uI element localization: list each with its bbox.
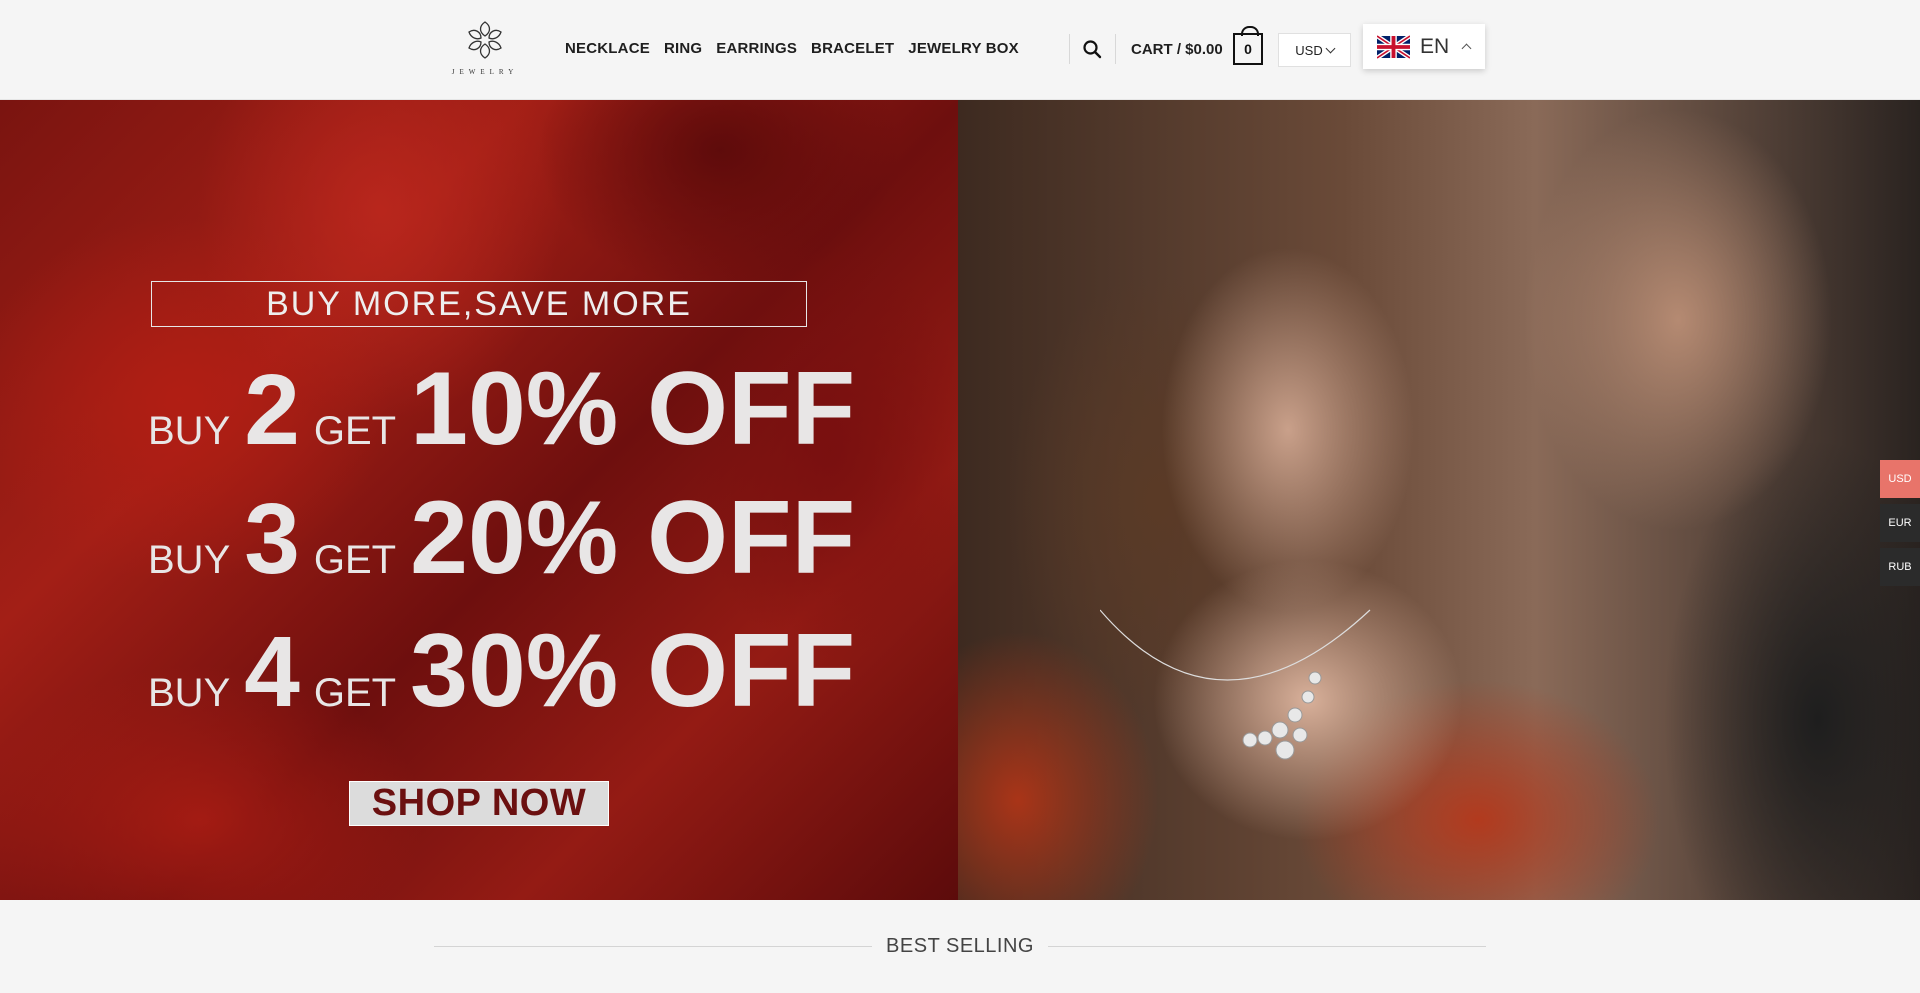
offer-row: BUY 2 GET 10% OFF — [148, 350, 855, 469]
main-nav: NECKLACE RING EARRINGS BRACELET JEWELRY … — [565, 40, 1033, 57]
offer-buy: BUY — [148, 671, 231, 715]
chevron-down-icon — [1325, 43, 1336, 54]
nav-item-jewelry-box[interactable]: JEWELRY BOX — [908, 40, 1019, 57]
currency-value: USD — [1295, 42, 1323, 58]
divider-line — [434, 946, 873, 947]
offer-qty: 3 — [244, 483, 300, 595]
side-currency-rub[interactable]: RUB — [1880, 548, 1920, 586]
offer-discount: 10% OFF — [410, 351, 856, 467]
divider-line — [1047, 946, 1487, 947]
offer-get: GET — [313, 409, 397, 453]
site-header: JEWELRY NECKLACE RING EARRINGS BRACELET … — [0, 0, 1920, 100]
cart-link[interactable]: CART / $0.00 — [1131, 41, 1223, 58]
nav-item-necklace[interactable]: NECKLACE — [565, 40, 650, 57]
offer-buy: BUY — [148, 409, 231, 453]
section-title: BEST SELLING — [886, 935, 1034, 957]
offer-qty: 2 — [244, 354, 300, 466]
divider — [1115, 34, 1116, 64]
side-currency-eur[interactable]: EUR — [1880, 504, 1920, 542]
side-currency-usd[interactable]: USD — [1880, 460, 1920, 498]
uk-flag-icon — [1377, 33, 1410, 60]
best-selling-heading: BEST SELLING — [434, 935, 1487, 958]
logo-mark-icon — [468, 21, 502, 59]
language-label: EN — [1420, 34, 1450, 58]
offer-discount: 30% OFF — [410, 613, 856, 729]
offer-get: GET — [313, 538, 397, 582]
promo-title-box: BUY MORE,SAVE MORE — [151, 281, 807, 327]
nav-item-ring[interactable]: RING — [664, 40, 702, 57]
cart-count: 0 — [1244, 41, 1252, 57]
offer-buy: BUY — [148, 538, 231, 582]
offer-qty: 4 — [244, 616, 300, 728]
offer-row: BUY 3 GET 20% OFF — [148, 479, 855, 598]
chevron-up-icon — [1461, 43, 1472, 54]
currency-select[interactable]: USD — [1278, 33, 1351, 67]
logo[interactable]: JEWELRY — [444, 16, 526, 82]
logo-text: JEWELRY — [451, 68, 519, 76]
divider — [1069, 34, 1070, 64]
offer-get: GET — [313, 671, 397, 715]
nav-item-earrings[interactable]: EARRINGS — [716, 40, 797, 57]
promo-title: BUY MORE,SAVE MORE — [266, 284, 692, 323]
shop-now-button[interactable]: SHOP NOW — [349, 781, 609, 826]
offer-row: BUY 4 GET 30% OFF — [148, 612, 855, 731]
search-icon[interactable] — [1082, 39, 1102, 59]
cart-count-badge[interactable]: 0 — [1233, 26, 1263, 65]
nav-item-bracelet[interactable]: BRACELET — [811, 40, 894, 57]
offer-discount: 20% OFF — [410, 480, 856, 596]
language-switcher[interactable]: EN — [1363, 24, 1485, 69]
necklace-image — [1100, 609, 1371, 760]
